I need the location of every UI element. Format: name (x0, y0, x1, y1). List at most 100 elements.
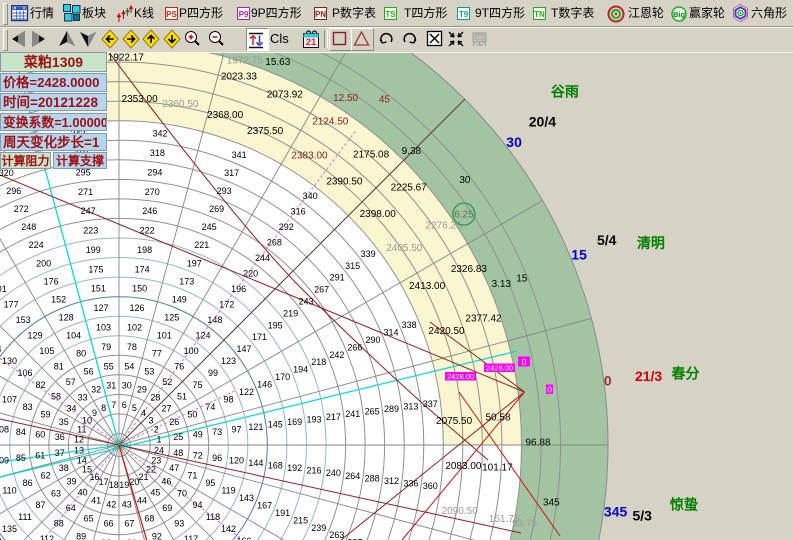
svg-text:13: 13 (74, 445, 84, 455)
svg-text:45: 45 (379, 95, 391, 106)
svg-text:200: 200 (36, 258, 51, 268)
svg-text:2075.50: 2075.50 (436, 416, 473, 427)
svg-text:173: 173 (179, 276, 194, 286)
svg-text:9.38: 9.38 (402, 146, 422, 157)
svg-text:21: 21 (306, 37, 317, 48)
svg-text:221: 221 (194, 240, 209, 250)
svg-text:266: 266 (347, 342, 362, 352)
svg-text:176: 176 (44, 276, 59, 286)
svg-text:146: 146 (257, 380, 272, 390)
svg-text:320: 320 (0, 168, 14, 178)
svg-text:18: 18 (109, 480, 119, 490)
svg-text:148: 148 (207, 315, 222, 325)
svg-text:295: 295 (76, 168, 91, 178)
svg-text:195: 195 (268, 320, 283, 330)
svg-text:96.88: 96.88 (525, 438, 550, 449)
svg-text:130: 130 (2, 356, 17, 366)
svg-text:265: 265 (365, 407, 380, 417)
svg-text:246: 246 (142, 206, 157, 216)
svg-text:2353.00: 2353.00 (122, 94, 159, 105)
svg-text:93.75: 93.75 (512, 519, 537, 530)
svg-text:102: 102 (127, 323, 142, 333)
svg-text:32: 32 (91, 385, 101, 395)
svg-text:2360.50: 2360.50 (162, 99, 199, 110)
svg-text:42: 42 (106, 499, 116, 509)
svg-text:55: 55 (104, 361, 114, 371)
svg-text:30: 30 (459, 175, 471, 186)
svg-text:142: 142 (221, 524, 236, 534)
svg-text:159: 159 (0, 536, 2, 540)
svg-text:44: 44 (137, 495, 147, 505)
svg-text:88: 88 (54, 519, 64, 529)
svg-text:289: 289 (384, 404, 399, 414)
svg-text:339: 339 (361, 249, 376, 259)
svg-text:53: 53 (144, 367, 154, 377)
svg-text:4: 4 (141, 408, 146, 418)
svg-text:谷雨: 谷雨 (551, 84, 579, 100)
svg-text:3.13: 3.13 (492, 279, 512, 290)
svg-text:35: 35 (59, 417, 69, 427)
svg-text:110: 110 (2, 485, 16, 495)
svg-text:145: 145 (268, 419, 283, 429)
svg-text:193: 193 (306, 414, 321, 424)
svg-text:215: 215 (293, 515, 308, 525)
svg-text:241: 241 (345, 409, 360, 419)
svg-text:59: 59 (41, 410, 51, 420)
svg-text:191: 191 (275, 508, 290, 518)
svg-text:313: 313 (403, 402, 418, 412)
svg-text:65: 65 (84, 513, 94, 523)
svg-text:60: 60 (35, 430, 45, 440)
svg-text:5/3: 5/3 (632, 508, 652, 524)
svg-text:336: 336 (403, 478, 418, 488)
svg-text:291: 291 (330, 273, 345, 283)
svg-text:153: 153 (16, 315, 31, 325)
svg-text:98: 98 (223, 395, 233, 405)
svg-text:2413.00: 2413.00 (409, 281, 446, 292)
svg-text:69: 69 (162, 503, 172, 513)
svg-text:9: 9 (92, 408, 97, 418)
svg-text:175: 175 (88, 264, 103, 274)
svg-text:151: 151 (91, 284, 106, 294)
svg-text:26: 26 (169, 417, 179, 427)
svg-text:106: 106 (17, 368, 32, 378)
svg-text:82: 82 (35, 380, 45, 390)
svg-text:81: 81 (54, 362, 64, 372)
svg-text:97: 97 (231, 425, 241, 435)
svg-text:216: 216 (306, 466, 321, 476)
svg-text:340: 340 (303, 191, 318, 201)
svg-text:83: 83 (23, 402, 33, 412)
svg-text:154: 154 (0, 344, 2, 354)
svg-text:22: 22 (146, 465, 156, 475)
svg-text:119: 119 (221, 485, 235, 495)
svg-text:337: 337 (423, 399, 438, 409)
svg-text:36: 36 (55, 432, 65, 442)
svg-text:37: 37 (55, 448, 65, 458)
svg-text:94: 94 (192, 500, 202, 510)
svg-text:342: 342 (152, 129, 167, 139)
svg-text:147: 147 (236, 344, 251, 354)
svg-text:124: 124 (195, 331, 210, 341)
svg-text:95: 95 (205, 478, 215, 488)
svg-text:15: 15 (516, 274, 528, 285)
svg-text:84: 84 (16, 427, 26, 437)
svg-text:96: 96 (212, 453, 222, 463)
svg-text:268: 268 (267, 237, 282, 247)
svg-text:318: 318 (150, 148, 165, 158)
svg-text:338: 338 (402, 320, 417, 330)
svg-text:316: 316 (291, 206, 306, 216)
svg-text:61: 61 (35, 450, 45, 460)
svg-text:2083.00: 2083.00 (445, 461, 482, 472)
svg-text:123: 123 (221, 356, 236, 366)
svg-text:177: 177 (4, 300, 19, 310)
svg-text:122: 122 (239, 387, 254, 397)
svg-text:194: 194 (293, 365, 308, 375)
svg-text:217: 217 (326, 412, 341, 422)
svg-text:2124.50: 2124.50 (312, 116, 349, 127)
svg-text:92: 92 (152, 531, 162, 540)
svg-text:2428.00: 2428.00 (447, 372, 474, 381)
svg-text:243: 243 (299, 297, 314, 307)
svg-text:75: 75 (192, 380, 202, 390)
svg-text:192: 192 (287, 463, 302, 473)
svg-text:314: 314 (383, 327, 398, 337)
svg-text:2073.92: 2073.92 (267, 90, 304, 101)
